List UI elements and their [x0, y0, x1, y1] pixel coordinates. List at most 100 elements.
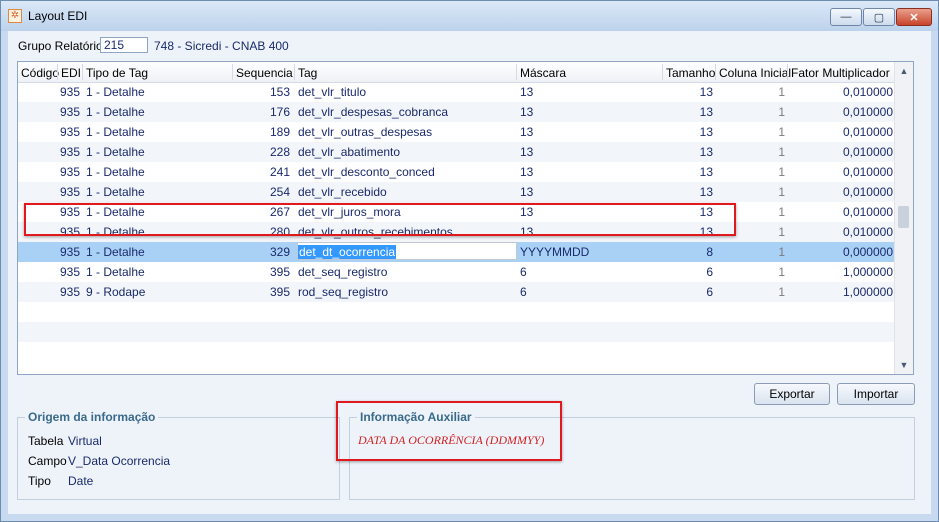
cell-tamanho: 13 — [699, 165, 713, 179]
empty-row — [18, 302, 896, 322]
informacao-auxiliar-text: DATA DA OCORRÊNCIA (DDMMYY) — [358, 433, 545, 447]
cell-tipo: 1 - Detalhe — [86, 225, 145, 239]
table-row-selected[interactable]: 935 1 - Detalhe 329 det_dt_ocorrencia YY… — [18, 242, 896, 262]
cell-tipo: 1 - Detalhe — [86, 245, 145, 259]
cell-sequencia: 267 — [269, 205, 290, 219]
cell-coluna-inicial: 1 — [778, 245, 785, 259]
window-title: Layout EDI — [28, 9, 88, 23]
col-separator[interactable] — [787, 64, 788, 80]
cell-tamanho: 6 — [706, 285, 713, 299]
app-icon: ✲ — [8, 9, 22, 23]
cell-fator: 0,010000 — [842, 225, 893, 239]
cell-tag: det_vlr_recebido — [298, 185, 387, 199]
cell-fator: 1,000000 — [842, 285, 893, 299]
cell-edi: 935 — [59, 125, 80, 139]
origem-informacao-title: Origem da informação — [25, 410, 159, 424]
scroll-up-icon[interactable]: ▲ — [895, 62, 913, 80]
col-header-tamanho[interactable]: Tamanho — [666, 66, 715, 80]
cell-mascara: 6 — [520, 265, 527, 279]
col-header-sequencia[interactable]: Sequencia — [236, 66, 293, 80]
cell-edi: 935 — [59, 145, 80, 159]
title-bar[interactable]: ✲ Layout EDI — ▢ ✕ — [1, 1, 938, 31]
table-row[interactable]: 935 9 - Rodape 395 rod_seq_registro 6 6 … — [18, 282, 896, 302]
empty-row — [18, 322, 896, 342]
cell-tag[interactable]: det_dt_ocorrencia — [298, 245, 514, 259]
grid-header: Código EDI Tipo de Tag Sequencia Tag Más… — [18, 62, 896, 83]
col-separator[interactable] — [57, 64, 58, 80]
campo-value: V_Data Ocorrencia — [68, 454, 171, 468]
tag-edit-selection[interactable]: det_dt_ocorrencia — [298, 245, 397, 259]
cell-sequencia: 280 — [269, 225, 290, 239]
cell-mascara: 13 — [520, 125, 534, 139]
col-separator[interactable] — [82, 64, 83, 80]
cell-sequencia: 241 — [269, 165, 290, 179]
col-separator[interactable] — [516, 64, 517, 80]
cell-fator: 0,010000 — [842, 125, 893, 139]
cell-sequencia: 329 — [269, 245, 290, 259]
exportar-button[interactable]: Exportar — [754, 383, 830, 405]
col-header-coluna-inicial[interactable]: Coluna Inicial — [719, 66, 791, 80]
cell-tipo: 1 - Detalhe — [86, 85, 145, 99]
vertical-scrollbar[interactable]: ▲ ▼ — [894, 62, 913, 374]
grupo-relatorio-label: Grupo Relatório — [18, 39, 103, 53]
scroll-thumb[interactable] — [898, 206, 909, 228]
grupo-relatorio-input[interactable]: 215 — [100, 37, 148, 53]
cell-fator: 0,010000 — [842, 205, 893, 219]
table-row[interactable]: 935 1 - Detalhe 153 det_vlr_titulo 13 13… — [18, 82, 896, 102]
cell-tamanho: 13 — [699, 185, 713, 199]
table-row[interactable]: 935 1 - Detalhe 176 det_vlr_despesas_cob… — [18, 102, 896, 122]
cell-mascara: 13 — [520, 165, 534, 179]
cell-coluna-inicial: 1 — [778, 85, 785, 99]
maximize-button[interactable]: ▢ — [863, 8, 895, 26]
cell-tipo: 1 - Detalhe — [86, 125, 145, 139]
cell-fator: 0,000000 — [842, 245, 893, 259]
cell-tipo: 1 - Detalhe — [86, 145, 145, 159]
col-header-mascara[interactable]: Máscara — [520, 66, 566, 80]
cell-tag: det_vlr_outros_recebimentos — [298, 225, 453, 239]
cell-tag: det_vlr_juros_mora — [298, 205, 401, 219]
col-header-tipo-de-tag[interactable]: Tipo de Tag — [86, 66, 148, 80]
table-row[interactable]: 935 1 - Detalhe 241 det_vlr_desconto_con… — [18, 162, 896, 182]
cell-tag: det_seq_registro — [298, 265, 388, 279]
cell-coluna-inicial: 1 — [778, 125, 785, 139]
tags-grid[interactable]: Código EDI Tipo de Tag Sequencia Tag Más… — [17, 61, 914, 375]
cell-tag: det_vlr_abatimento — [298, 145, 401, 159]
campo-label: Campo — [28, 454, 67, 468]
cell-sequencia: 395 — [269, 285, 290, 299]
cell-fator: 0,010000 — [842, 165, 893, 179]
cell-tag: rod_seq_registro — [298, 285, 389, 299]
grupo-relatorio-description: 748 - Sicredi - CNAB 400 — [154, 39, 289, 53]
minimize-button[interactable]: — — [830, 8, 862, 26]
cell-tag: det_vlr_despesas_cobranca — [298, 105, 449, 119]
cell-sequencia: 228 — [269, 145, 290, 159]
cell-tipo: 1 - Detalhe — [86, 205, 145, 219]
table-row[interactable]: 935 1 - Detalhe 254 det_vlr_recebido 13 … — [18, 182, 896, 202]
table-row[interactable]: 935 1 - Detalhe 280 det_vlr_outros_receb… — [18, 222, 896, 242]
cell-tamanho: 13 — [699, 125, 713, 139]
cell-coluna-inicial: 1 — [778, 225, 785, 239]
cell-tamanho: 13 — [699, 205, 713, 219]
origem-informacao-panel: Origem da informação Tabela Virtual Camp… — [17, 410, 340, 500]
col-separator[interactable] — [662, 64, 663, 80]
cell-tipo: 9 - Rodape — [86, 285, 146, 299]
cell-tamanho: 13 — [699, 225, 713, 239]
col-header-codigo[interactable]: Código — [21, 66, 59, 80]
empty-row — [18, 342, 896, 362]
table-row[interactable]: 935 1 - Detalhe 267 det_vlr_juros_mora 1… — [18, 202, 896, 222]
cell-edi: 935 — [59, 265, 80, 279]
importar-button[interactable]: Importar — [837, 383, 915, 405]
cell-coluna-inicial: 1 — [778, 265, 785, 279]
cell-mascara: 13 — [520, 145, 534, 159]
col-header-tag[interactable]: Tag — [298, 66, 317, 80]
table-row[interactable]: 935 1 - Detalhe 189 det_vlr_outras_despe… — [18, 122, 896, 142]
col-separator[interactable] — [232, 64, 233, 80]
col-header-fator-multiplicador[interactable]: Fator Multiplicador — [791, 66, 890, 80]
col-separator[interactable] — [294, 64, 295, 80]
table-row[interactable]: 935 1 - Detalhe 228 det_vlr_abatimento 1… — [18, 142, 896, 162]
cell-tag: det_vlr_titulo — [298, 85, 367, 99]
close-button[interactable]: ✕ — [896, 8, 932, 26]
table-row[interactable]: 935 1 - Detalhe 395 det_seq_registro 6 6… — [18, 262, 896, 282]
col-separator[interactable] — [715, 64, 716, 80]
col-header-edi[interactable]: EDI — [61, 66, 81, 80]
scroll-down-icon[interactable]: ▼ — [895, 356, 913, 374]
